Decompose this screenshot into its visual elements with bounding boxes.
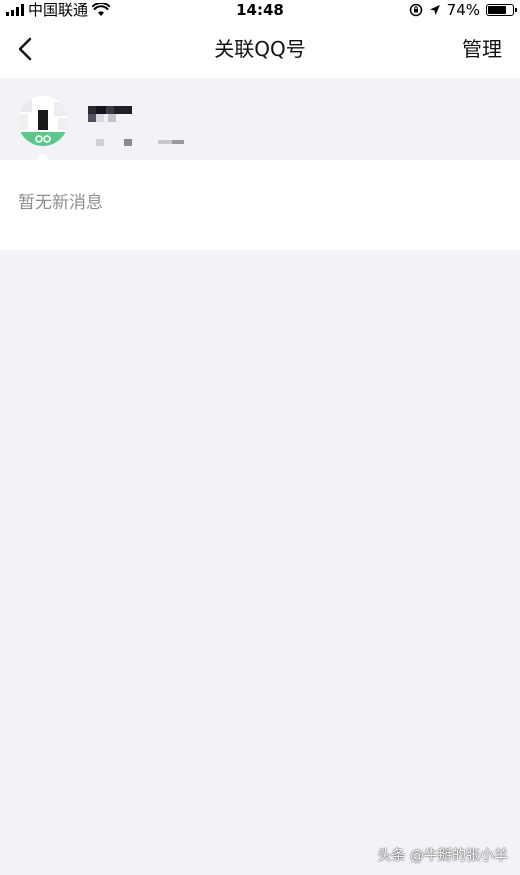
watermark: 头条 @牛掰的张小羊 [377, 848, 508, 864]
account-id-blurred [96, 139, 184, 146]
battery-cap [515, 8, 517, 12]
battery-percent: 74% [446, 1, 480, 19]
message-panel: 暂无新消息 [0, 160, 520, 250]
location-icon [429, 5, 440, 15]
status-bar: 中国联通 14:48 74% [0, 0, 520, 20]
qq-avatar-icon[interactable] [18, 96, 68, 146]
battery-icon [486, 4, 517, 16]
battery-fill [488, 6, 506, 14]
linked-account-header [0, 78, 520, 161]
orientation-lock-icon [409, 3, 422, 17]
chevron-left-icon[interactable] [10, 33, 42, 65]
account-name-blurred [88, 106, 132, 122]
manage-button[interactable]: 管理 [462, 20, 502, 78]
status-right: 74% [409, 0, 517, 20]
nav-bar: 关联QQ号 管理 [0, 20, 520, 78]
page-title: 关联QQ号 [214, 37, 306, 61]
empty-messages-text: 暂无新消息 [18, 193, 103, 213]
